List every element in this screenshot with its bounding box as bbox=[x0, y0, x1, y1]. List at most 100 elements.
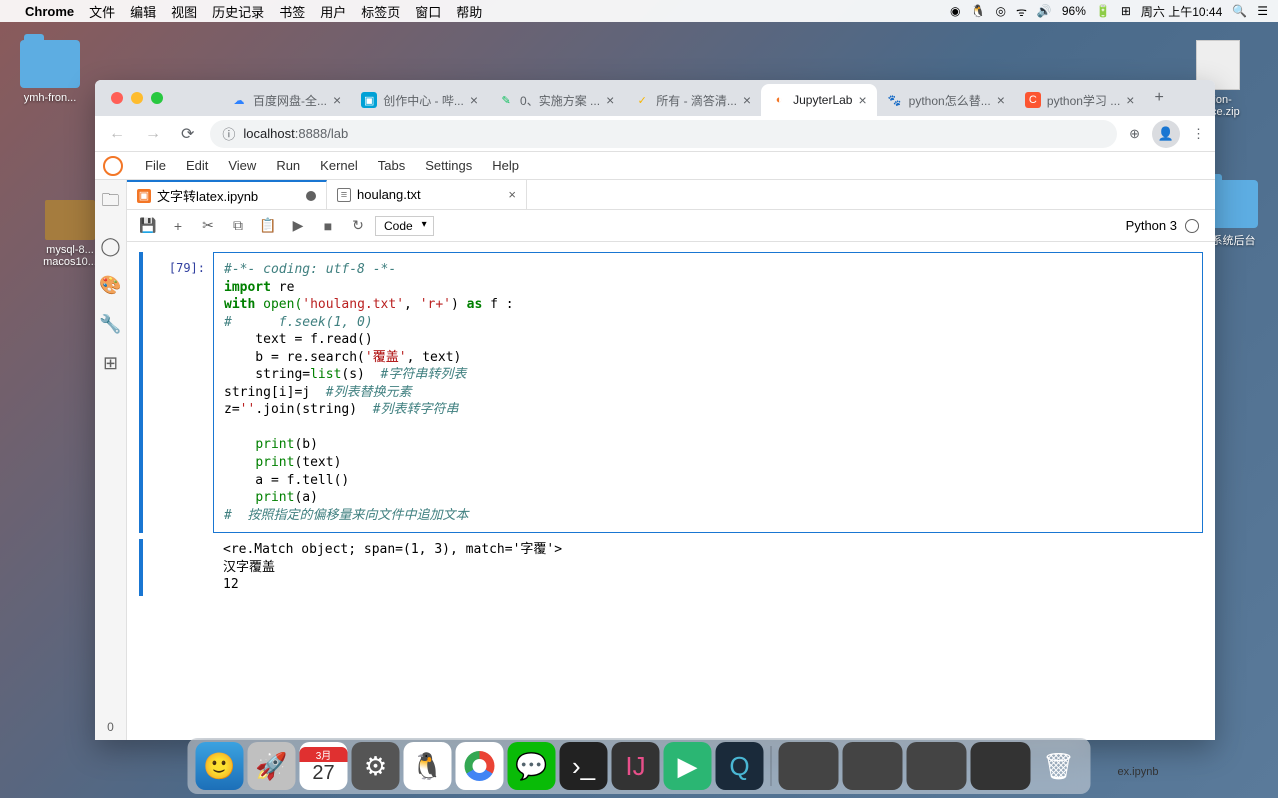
battery-text[interactable]: 96% bbox=[1062, 4, 1086, 18]
jmenu-help[interactable]: Help bbox=[482, 154, 529, 177]
site-info-icon[interactable]: ⓘ bbox=[222, 124, 235, 143]
paste-button[interactable]: 📋 bbox=[255, 213, 281, 239]
dock-quicktime[interactable]: Q bbox=[716, 742, 764, 790]
commands-icon[interactable]: 🎨 bbox=[99, 275, 121, 296]
dock-calendar[interactable]: 3月27 bbox=[300, 742, 348, 790]
chrome-menu-icon[interactable]: ⋮ bbox=[1192, 126, 1205, 142]
dock-terminal[interactable]: ›_ bbox=[560, 742, 608, 790]
browser-tab-1[interactable]: ▣创作中心 - 哔...× bbox=[351, 84, 488, 116]
spotlight-icon[interactable]: 🔍 bbox=[1232, 4, 1247, 18]
code-editor[interactable]: #-*- coding: utf-8 -*- import re with op… bbox=[213, 252, 1203, 533]
menu-help[interactable]: 帮助 bbox=[456, 2, 482, 21]
dock-chrome[interactable] bbox=[456, 742, 504, 790]
dock-wechat[interactable]: 💬 bbox=[508, 742, 556, 790]
dock-finder[interactable]: 🙂 bbox=[196, 742, 244, 790]
menu-window[interactable]: 窗口 bbox=[415, 2, 441, 21]
filebrowser-icon[interactable]: 🗀 bbox=[102, 188, 120, 218]
dock-settings[interactable]: ⚙ bbox=[352, 742, 400, 790]
menu-user[interactable]: 用户 bbox=[320, 2, 346, 21]
jmenu-tabs[interactable]: Tabs bbox=[368, 154, 415, 177]
back-button[interactable]: ← bbox=[105, 121, 129, 147]
file-tab-label: houlang.txt bbox=[357, 187, 421, 202]
celltype-select[interactable]: Code bbox=[375, 216, 434, 236]
copy-button[interactable]: ⧉ bbox=[225, 213, 251, 239]
window-maximize-button[interactable] bbox=[151, 92, 163, 104]
jmenu-edit[interactable]: Edit bbox=[176, 154, 218, 177]
file-tab-notebook[interactable]: ▣ 文字转latex.ipynb bbox=[127, 180, 327, 209]
jmenu-kernel[interactable]: Kernel bbox=[310, 154, 368, 177]
browser-tab-3[interactable]: ✓所有 - 滴答清...× bbox=[624, 84, 761, 116]
translate-icon[interactable]: ⊕ bbox=[1129, 126, 1140, 142]
menu-view[interactable]: 视图 bbox=[171, 2, 197, 21]
browser-tab-6[interactable]: Cpython学习 ...× bbox=[1015, 84, 1145, 116]
menu-tabs[interactable]: 标签页 bbox=[361, 2, 400, 21]
dock-launchpad[interactable]: 🚀 bbox=[248, 742, 296, 790]
app-icon[interactable]: 🐧 bbox=[971, 4, 986, 18]
menu-file[interactable]: 文件 bbox=[89, 2, 115, 21]
favicon-icon: ✓ bbox=[634, 92, 650, 108]
tab-close-icon[interactable]: × bbox=[1126, 92, 1134, 108]
box-icon bbox=[45, 200, 95, 240]
tabs-icon[interactable]: ⊞ bbox=[103, 353, 118, 374]
file-tab-text[interactable]: ≡ houlang.txt × bbox=[327, 180, 527, 209]
record-icon[interactable]: ◉ bbox=[950, 4, 960, 18]
run-button[interactable]: ▶ bbox=[285, 213, 311, 239]
window-minimize-button[interactable] bbox=[131, 92, 143, 104]
desktop-file-bottom[interactable]: ex.ipynb bbox=[1098, 766, 1178, 778]
tab-close-icon[interactable]: × bbox=[333, 92, 341, 108]
wifi-icon[interactable]: ᯤ bbox=[1016, 3, 1027, 20]
dock-qq[interactable]: 🐧 bbox=[404, 742, 452, 790]
desktop-folder-1[interactable]: ymh-fron... bbox=[10, 40, 90, 104]
cut-button[interactable]: ✂ bbox=[195, 213, 221, 239]
dock-window-3[interactable] bbox=[907, 742, 967, 790]
stop-button[interactable]: ■ bbox=[315, 213, 341, 239]
battery-icon[interactable]: 🔋 bbox=[1096, 4, 1111, 18]
jmenu-file[interactable]: File bbox=[135, 154, 176, 177]
insert-cell-button[interactable]: + bbox=[165, 213, 191, 239]
new-tab-button[interactable]: + bbox=[1144, 89, 1173, 107]
running-icon[interactable]: ◯ bbox=[100, 236, 120, 257]
menu-history[interactable]: 历史记录 bbox=[212, 2, 264, 21]
build-icon[interactable]: 🔧 bbox=[99, 314, 121, 335]
jmenu-run[interactable]: Run bbox=[266, 154, 310, 177]
notebook-area[interactable]: [79]: #-*- coding: utf-8 -*- import re w… bbox=[127, 242, 1215, 740]
notification-icon[interactable]: ☰ bbox=[1257, 4, 1268, 18]
dock-window-2[interactable] bbox=[843, 742, 903, 790]
browser-tab-2[interactable]: ✎0、实施方案 ...× bbox=[488, 84, 624, 116]
cc-icon[interactable]: ◎ bbox=[995, 4, 1005, 18]
tab-close-icon[interactable]: × bbox=[743, 92, 751, 108]
menu-bookmarks[interactable]: 书签 bbox=[279, 2, 305, 21]
restart-button[interactable]: ↻ bbox=[345, 213, 371, 239]
kernel-name[interactable]: Python 3 bbox=[1126, 218, 1177, 233]
dock-trash[interactable]: 🗑 bbox=[1035, 742, 1083, 790]
kernel-status-icon[interactable] bbox=[1185, 219, 1199, 233]
tab-close-icon[interactable]: × bbox=[470, 92, 478, 108]
browser-tab-0[interactable]: ☁百度网盘-全...× bbox=[221, 84, 351, 116]
statusbar-left: 0 bbox=[107, 720, 114, 734]
code-cell[interactable]: [79]: #-*- coding: utf-8 -*- import re w… bbox=[139, 252, 1203, 533]
dock-window-4[interactable] bbox=[971, 742, 1031, 790]
jmenu-settings[interactable]: Settings bbox=[415, 154, 482, 177]
address-bar[interactable]: ⓘ localhost:8888/lab bbox=[210, 120, 1117, 148]
file-close-icon[interactable]: × bbox=[508, 187, 516, 202]
browser-tab-4[interactable]: ◐JupyterLab× bbox=[761, 84, 877, 116]
forward-button[interactable]: → bbox=[141, 121, 165, 147]
volume-icon[interactable]: 🔊 bbox=[1037, 4, 1052, 18]
dock-player[interactable]: ▶ bbox=[664, 742, 712, 790]
dock-window-1[interactable] bbox=[779, 742, 839, 790]
dock-intellij[interactable]: IJ bbox=[612, 742, 660, 790]
jmenu-view[interactable]: View bbox=[218, 154, 266, 177]
browser-tab-5[interactable]: 🐾python怎么替...× bbox=[877, 84, 1015, 116]
save-button[interactable]: 💾 bbox=[135, 213, 161, 239]
input-icon[interactable]: ⊞ bbox=[1121, 4, 1131, 18]
tab-close-icon[interactable]: × bbox=[858, 92, 866, 108]
profile-button[interactable]: 👤 bbox=[1152, 120, 1180, 148]
tab-close-icon[interactable]: × bbox=[606, 92, 614, 108]
window-close-button[interactable] bbox=[111, 92, 123, 104]
jupyter-logo-icon[interactable] bbox=[103, 156, 123, 176]
clock[interactable]: 周六 上午10:44 bbox=[1141, 3, 1222, 20]
menubar-app-name[interactable]: Chrome bbox=[25, 4, 74, 19]
menu-edit[interactable]: 编辑 bbox=[130, 2, 156, 21]
tab-close-icon[interactable]: × bbox=[997, 92, 1005, 108]
reload-button[interactable]: ⟳ bbox=[177, 120, 198, 148]
